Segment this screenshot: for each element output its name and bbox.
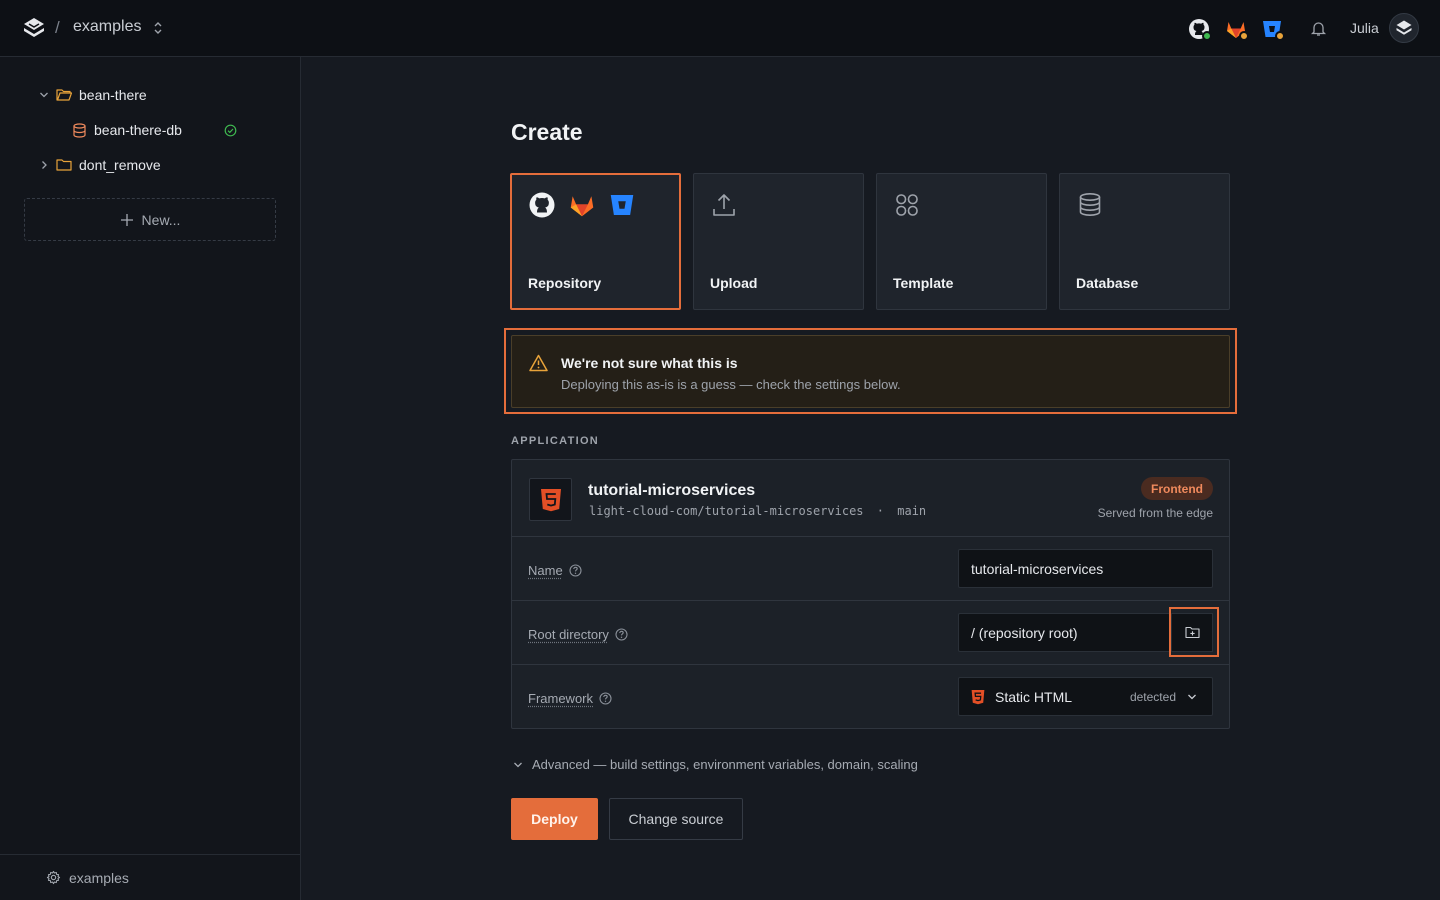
grid-icon xyxy=(896,194,918,216)
warning-triangle-icon xyxy=(529,354,548,372)
source-card-database[interactable]: Database xyxy=(1059,173,1230,310)
tree-item-label: bean-there-db xyxy=(94,122,182,138)
top-bar: / examples Julia xyxy=(0,0,1440,57)
avatar[interactable] xyxy=(1389,13,1419,43)
source-card-label: Database xyxy=(1076,275,1139,291)
check-circle-icon xyxy=(224,124,237,136)
html5-icon xyxy=(540,488,561,511)
warning-banner: We're not sure what this is Deploying th… xyxy=(511,335,1230,408)
app-branch: main xyxy=(897,504,927,518)
html5-icon xyxy=(971,689,985,704)
sidebar: bean-there bean-there-db dont_remove New… xyxy=(0,57,301,900)
source-card-label: Repository xyxy=(528,275,602,291)
chevron-right-icon[interactable] xyxy=(38,159,50,171)
framework-label: Framework xyxy=(528,691,594,706)
advanced-label: Advanced — build settings, environment v… xyxy=(532,757,918,772)
source-card-upload[interactable]: Upload xyxy=(693,173,864,310)
framework-value: Static HTML xyxy=(995,688,1073,705)
app-repo-line: light-cloud-com/tutorial-microservices ·… xyxy=(589,504,926,518)
folder-icon xyxy=(56,159,72,171)
name-label: Name xyxy=(528,563,563,578)
root-label-group: Root directory xyxy=(528,627,628,642)
advanced-toggle[interactable]: Advanced — build settings, environment v… xyxy=(512,757,918,772)
framework-select[interactable]: Static HTML detected xyxy=(958,677,1213,716)
section-label: APPLICATION xyxy=(511,435,600,447)
change-source-button[interactable]: Change source xyxy=(609,798,743,840)
gitlab-icon xyxy=(570,196,594,217)
connected-status-dot xyxy=(1202,31,1212,41)
user-name[interactable]: Julia xyxy=(1350,20,1379,36)
served-from-text: Served from the edge xyxy=(1097,506,1213,520)
form-row-name: Name tutorial-microservices xyxy=(512,537,1229,601)
github-icon xyxy=(529,192,555,218)
bitbucket-icon xyxy=(610,195,634,215)
project-switcher[interactable]: examples xyxy=(73,18,141,36)
page-title: Create xyxy=(511,119,583,145)
footer-label: examples xyxy=(69,869,129,886)
new-button[interactable]: New... xyxy=(24,198,276,241)
root-directory-input[interactable]: / (repository root) xyxy=(958,613,1170,652)
warning-status-dot xyxy=(1275,31,1285,41)
name-label-group: Name xyxy=(528,563,582,578)
source-card-label: Template xyxy=(893,275,954,291)
app-logo-icon xyxy=(1396,20,1412,35)
framework-label-group: Framework xyxy=(528,691,612,706)
deploy-button[interactable]: Deploy xyxy=(511,798,598,840)
form-row-framework: Framework Static HTML detected xyxy=(512,665,1229,729)
gear-icon xyxy=(46,870,61,885)
sidebar-footer-settings[interactable]: examples xyxy=(0,854,300,900)
tree-item-label: bean-there xyxy=(79,87,147,103)
warning-status-dot xyxy=(1239,31,1249,41)
plus-icon xyxy=(120,213,133,226)
tree-item-label: dont_remove xyxy=(79,157,161,173)
help-circle-icon[interactable] xyxy=(569,564,582,577)
form-row-root-directory: Root directory / (repository root) xyxy=(512,601,1229,665)
chevron-down-icon xyxy=(514,762,522,767)
chevron-up-down-icon[interactable] xyxy=(152,21,164,35)
application-header: tutorial-microservices light-cloud-com/t… xyxy=(512,460,1229,537)
warning-text: Deploying this as-is is a guess — check … xyxy=(561,377,901,392)
help-circle-icon[interactable] xyxy=(615,628,628,641)
tree-item-bean-there-db[interactable]: bean-there-db xyxy=(72,119,237,141)
warning-title: We're not sure what this is xyxy=(561,355,738,371)
source-card-label: Upload xyxy=(710,275,758,291)
app-name: tutorial-microservices xyxy=(588,482,756,499)
source-card-template[interactable]: Template xyxy=(876,173,1047,310)
help-circle-icon[interactable] xyxy=(599,692,612,705)
framework-detected-text: detected xyxy=(1129,689,1176,704)
name-input[interactable]: tutorial-microservices xyxy=(958,549,1213,588)
breadcrumb-separator: / xyxy=(55,18,60,37)
html5-badge xyxy=(529,478,572,521)
source-card-repository[interactable]: Repository xyxy=(510,173,681,310)
tree-item-bean-there[interactable]: bean-there xyxy=(38,84,147,106)
tree-item-dont-remove[interactable]: dont_remove xyxy=(38,154,161,176)
database-icon xyxy=(1079,192,1101,217)
folder-open-icon xyxy=(56,89,72,101)
app-repo-separator: · xyxy=(876,504,885,518)
chevron-down-icon[interactable] xyxy=(38,89,50,101)
app-repo: light-cloud-com/tutorial-microservices xyxy=(589,504,864,518)
database-icon xyxy=(73,122,86,138)
app-logo-icon[interactable] xyxy=(22,16,46,40)
browse-highlight xyxy=(1169,607,1219,657)
application-panel: tutorial-microservices light-cloud-com/t… xyxy=(511,459,1230,729)
root-directory-label: Root directory xyxy=(528,627,609,642)
new-button-label: New... xyxy=(141,211,181,228)
upload-icon xyxy=(713,194,735,216)
bell-icon[interactable] xyxy=(1310,20,1327,37)
frontend-badge: Frontend xyxy=(1141,477,1213,500)
chevron-down-icon xyxy=(1188,694,1196,700)
